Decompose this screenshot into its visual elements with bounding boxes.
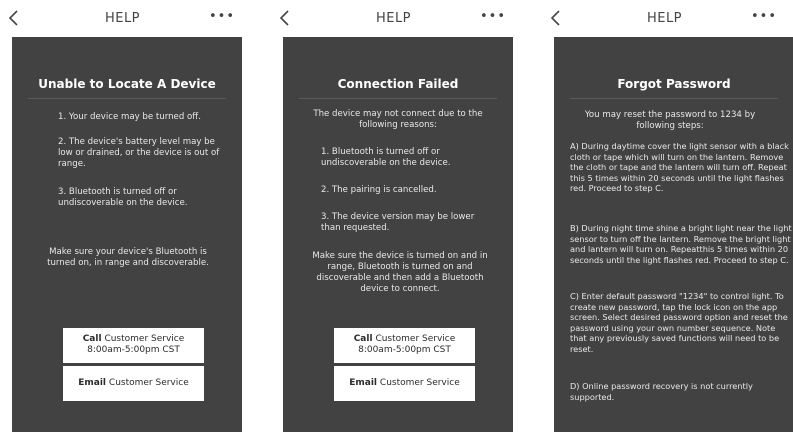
call-label: Call [82,334,102,344]
call-customer-service-button[interactable]: Call Customer Service 8:00am-5:00pm CST [63,328,204,363]
email-label: Email [349,378,378,388]
call-text: Customer Service [375,334,456,344]
help-screen-password: HELP ••• Forgot Password You may reset t… [542,0,793,432]
divider [28,98,226,99]
panel-title: Connection Failed [337,77,459,91]
more-options-icon[interactable]: ••• [751,9,777,24]
help-paragraph: 3. Bluetooth is turned off or undiscover… [58,187,188,208]
call-hours: 8:00am-5:00pm CST [358,345,451,355]
help-paragraph: Make sure the device is turned on and in… [312,251,488,294]
help-paragraph: A) During daytime cover the light sensor… [570,141,789,194]
email-customer-service-button[interactable]: Email Customer Service [63,366,204,401]
call-label: Call [353,334,373,344]
help-paragraph: 3. The device version may be lower than … [321,212,475,233]
help-paragraph: 2. The pairing is cancelled. [321,185,437,195]
help-screen-connection: HELP ••• Connection Failed The device ma… [271,0,516,432]
panel-title: Forgot Password [617,77,731,91]
help-panel: Unable to Locate A Device 1. Your device… [12,37,242,432]
help-paragraph: Make sure your device's Bluetooth is tur… [47,247,209,268]
email-text: Customer Service [108,378,189,388]
help-paragraph: 1. Your device may be turned off. [58,112,201,122]
help-paragraph: You may reset the password to 1234 by fo… [584,110,756,131]
call-customer-service-button[interactable]: Call Customer Service 8:00am-5:00pm CST [334,328,475,363]
help-paragraph: D) Online password recovery is not curre… [570,381,753,402]
call-hours: 8:00am-5:00pm CST [87,345,180,355]
call-text: Customer Service [104,334,185,344]
help-paragraph: The device may not connect due to the fo… [313,109,483,130]
more-options-icon[interactable]: ••• [209,9,235,24]
panel-title: Unable to Locate A Device [38,77,216,91]
divider [570,98,778,99]
header-bar: HELP ••• [271,0,516,36]
divider [299,98,497,99]
more-options-icon[interactable]: ••• [480,9,506,24]
header-bar: HELP ••• [0,0,245,36]
help-panel: Connection Failed The device may not con… [283,37,513,432]
email-label: Email [78,378,107,388]
email-text: Customer Service [379,378,460,388]
help-paragraph: 1. Bluetooth is turned off or undiscover… [321,147,451,168]
help-paragraph: B) During night time shine a bright ligh… [570,223,792,265]
email-customer-service-button[interactable]: Email Customer Service [334,366,475,401]
header-bar: HELP ••• [542,0,787,36]
help-paragraph: C) Enter default password "1234" to cont… [570,291,788,354]
help-screen-locate: HELP ••• Unable to Locate A Device 1. Yo… [0,0,245,432]
help-paragraph: 2. The device's battery level may be low… [58,137,220,169]
help-panel: Forgot Password You may reset the passwo… [554,37,793,432]
